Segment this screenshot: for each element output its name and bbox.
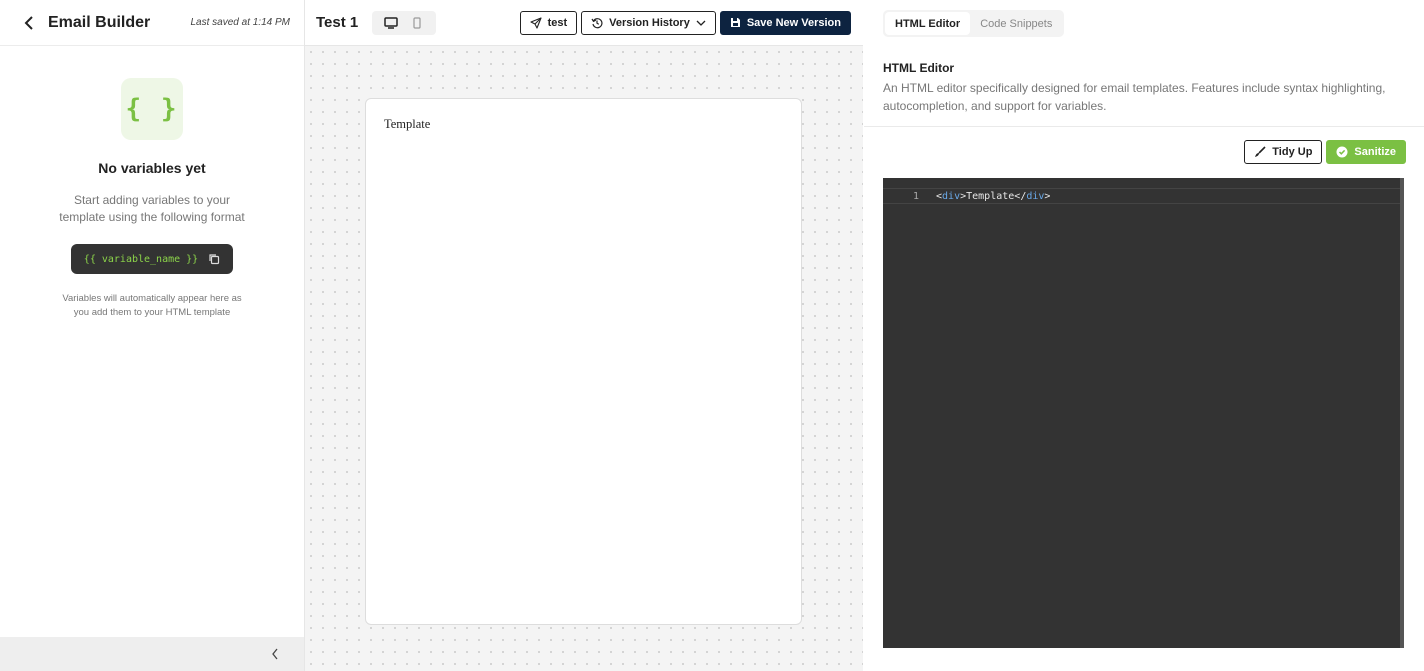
editor-scrollbar[interactable] [1400,178,1404,648]
empty-state-description: Start adding variables to your template … [59,193,245,224]
line-number: 1 [912,190,919,202]
monitor-icon [384,16,398,29]
editor-header: HTML Editor An HTML editor specifically … [883,61,1424,115]
divider [864,126,1424,127]
history-icon [591,17,603,28]
version-history-label: Version History [609,16,690,29]
braces-icon: { } [121,78,183,140]
back-button[interactable] [20,14,38,32]
check-circle-icon [1336,146,1348,158]
preview-toolbar: Test 1 test Version History Save New Ver… [305,0,863,46]
copy-icon[interactable] [208,253,220,265]
toolbar-actions: test Version History Save New Version [519,10,851,35]
tab-code-snippets[interactable]: Code Snippets [970,12,1062,35]
phone-icon [413,16,421,29]
editor-panel: HTML Editor Code Snippets HTML Editor An… [864,0,1424,671]
editor-tabs: HTML Editor Code Snippets [883,10,1065,37]
preview-area: Test 1 test Version History Save New Ver… [305,0,863,671]
code-line[interactable]: 1 <div>Template</div> [883,188,1404,204]
device-toggle [372,10,437,35]
code-editor[interactable]: 1 <div>Template</div> [883,178,1404,648]
chevron-left-icon [272,648,278,660]
empty-state-hint: Variables will automatically appear here… [62,293,242,318]
tab-html-editor[interactable]: HTML Editor [885,12,971,35]
brush-icon [1255,146,1266,157]
template-name: Test 1 [316,14,359,31]
variable-format-code: {{ variable_name }} [83,253,199,265]
editor-title: HTML Editor [883,61,955,75]
send-icon [530,16,542,29]
email-preview-text: Template [384,117,431,131]
version-history-button[interactable]: Version History [581,10,716,35]
email-preview: Template [365,98,802,625]
save-new-version-button[interactable]: Save New Version [719,10,851,35]
last-saved-text: Last saved at 1:14 PM [190,17,290,28]
variable-format-example: {{ variable_name }} [71,244,233,274]
variables-panel: Email Builder Last saved at 1:14 PM { } … [0,0,305,671]
mobile-view-button[interactable] [406,14,428,32]
send-test-label: test [547,16,568,29]
save-new-version-label: Save New Version [746,16,841,29]
save-icon [730,18,740,27]
desktop-view-button[interactable] [380,14,402,32]
chevron-down-icon [696,20,706,26]
sanitize-button[interactable]: Sanitize [1326,140,1406,164]
left-panel-footer [0,637,304,671]
editor-actions: Tidy Up Sanitize [1244,140,1406,164]
sanitize-label: Sanitize [1354,146,1396,158]
app-title: Email Builder [48,13,151,31]
empty-state-heading: No variables yet [98,160,206,176]
email-canvas: Template [305,46,863,671]
code-text: <div>Template</div> [936,190,1051,202]
collapse-panel-button[interactable] [268,647,282,661]
chevron-left-icon [24,15,33,30]
left-header: Email Builder Last saved at 1:14 PM [0,0,304,46]
editor-description: An HTML editor specifically designed for… [883,81,1386,113]
tidy-up-button[interactable]: Tidy Up [1244,140,1323,164]
tidy-up-label: Tidy Up [1272,146,1313,158]
variables-empty-state: { } No variables yet Start adding variab… [0,46,304,636]
send-test-button[interactable]: test [519,10,578,35]
